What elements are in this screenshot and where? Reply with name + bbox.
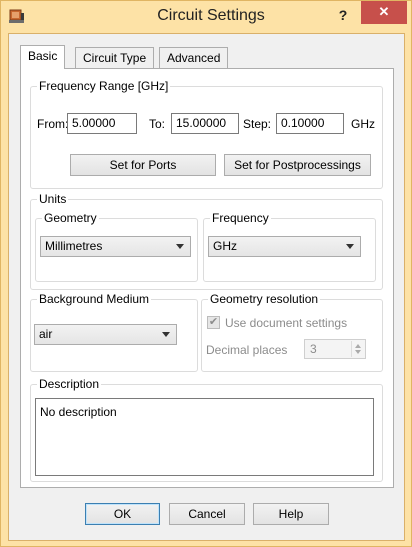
chevron-down-icon (346, 244, 354, 249)
ok-button[interactable]: OK (85, 503, 160, 525)
decimal-places-spinbox[interactable]: 3 (304, 339, 366, 359)
title-bar[interactable]: Circuit Settings ? ✕ (1, 1, 411, 33)
spin-up-icon[interactable] (355, 344, 361, 348)
tab-circuit-type[interactable]: Circuit Type (75, 47, 155, 68)
to-label: To: (149, 117, 166, 131)
dialog-window: Circuit Settings ? ✕ Basic Circuit Type … (0, 0, 412, 547)
frequency-label: Frequency (210, 211, 271, 225)
use-document-settings-checkbox[interactable]: ✔ (207, 316, 220, 329)
description-group: Description No description (30, 377, 383, 482)
geometry-units-select[interactable]: Millimetres (40, 236, 191, 257)
description-textarea[interactable]: No description (35, 398, 374, 476)
set-for-postprocessings-button[interactable]: Set for Postprocessings (224, 154, 371, 176)
tab-basic[interactable]: Basic (20, 45, 66, 69)
step-label: Step: (243, 117, 272, 131)
geometry-label: Geometry (42, 211, 99, 225)
chevron-down-icon (176, 244, 184, 249)
background-medium-value: air (39, 327, 53, 341)
step-input[interactable]: 0.10000 (276, 113, 344, 134)
background-medium-select[interactable]: air (34, 324, 177, 345)
units-label: Units (37, 192, 69, 206)
geometry-resolution-group: Geometry resolution ✔ Use document setti… (201, 292, 383, 372)
description-label: Description (37, 377, 102, 391)
tab-panel-basic: Frequency Range [GHz] From: 5.00000 To: … (20, 68, 394, 488)
geometry-units-value: Millimetres (45, 239, 103, 253)
geometry-units-group: Geometry Millimetres (35, 211, 198, 282)
checkmark-icon: ✔ (208, 316, 219, 328)
frequency-units-select[interactable]: GHz (208, 236, 361, 257)
frequency-units-value: GHz (213, 239, 237, 253)
decimal-places-value: 3 (310, 342, 317, 356)
background-medium-group: Background Medium air (30, 292, 198, 372)
step-unit-label: GHz (351, 117, 375, 131)
to-input[interactable]: 15.00000 (171, 113, 239, 134)
help-button[interactable]: Help (253, 503, 329, 525)
set-for-ports-button[interactable]: Set for Ports (70, 154, 216, 176)
from-input[interactable]: 5.00000 (67, 113, 137, 134)
decimal-places-label: Decimal places (206, 343, 288, 357)
dialog-client: Basic Circuit Type Advanced Frequency Ra… (8, 33, 405, 541)
geometry-resolution-label: Geometry resolution (208, 292, 321, 306)
frequency-units-group: Frequency GHz (203, 211, 376, 282)
from-label: From: (37, 117, 69, 131)
tab-advanced[interactable]: Advanced (159, 47, 229, 68)
units-group: Units Geometry Millimetres Frequency GHz (30, 192, 383, 290)
spin-down-icon[interactable] (355, 350, 361, 354)
window-title: Circuit Settings (157, 7, 265, 24)
cancel-button[interactable]: Cancel (169, 503, 245, 525)
spin-buttons[interactable] (351, 341, 364, 357)
frequency-range-group: Frequency Range [GHz] From: 5.00000 To: … (30, 79, 383, 189)
background-medium-label: Background Medium (37, 292, 152, 306)
use-document-settings-label: Use document settings (225, 316, 348, 330)
close-button[interactable]: ✕ (361, 1, 407, 24)
frequency-range-label: Frequency Range [GHz] (37, 79, 171, 93)
context-help-button[interactable]: ? (331, 5, 355, 27)
chevron-down-icon (162, 332, 170, 337)
circuit-app-icon (8, 7, 26, 25)
